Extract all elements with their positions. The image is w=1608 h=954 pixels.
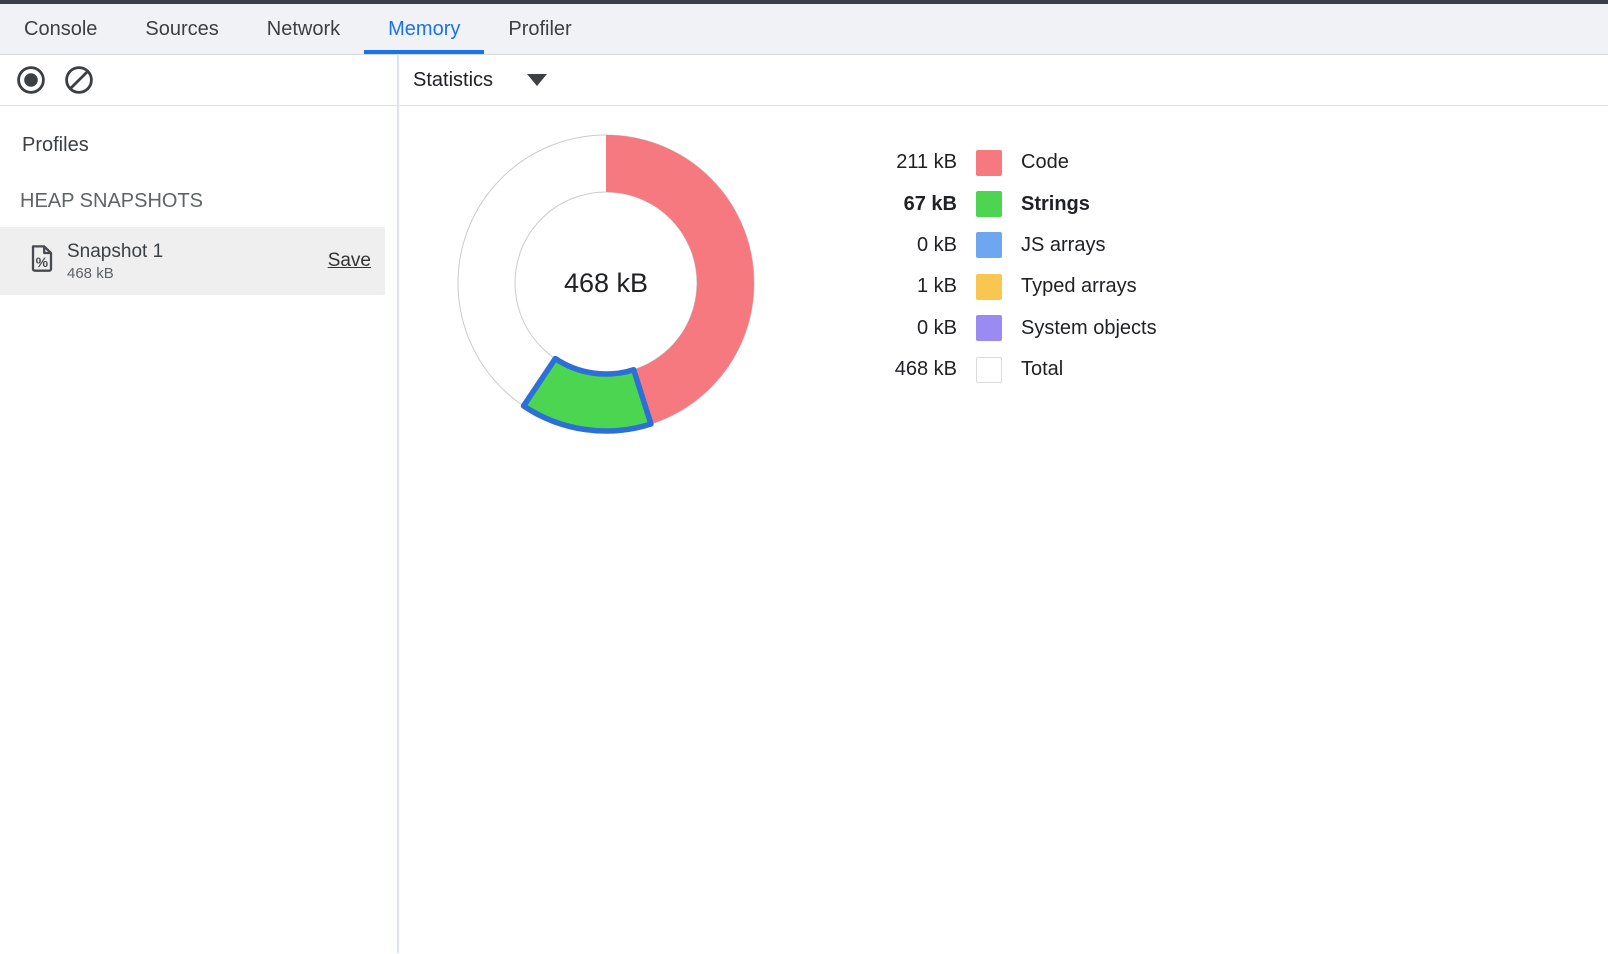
record-heap-snapshot-button[interactable] (16, 65, 46, 95)
legend-value: 67 kB (847, 193, 957, 216)
chart-legend: 211 kB Code 67 kB Strings 0 kB JS arrays… (847, 142, 1157, 390)
tab-console[interactable]: Console (0, 4, 121, 54)
main-content: Profiles HEAP SNAPSHOTS % Snapshot 1 468… (0, 55, 1608, 953)
memory-view-panel: Statistics 468 kB 211 kB Code 67 kB Stri… (399, 55, 1608, 953)
profiles-sidebar: Profiles HEAP SNAPSHOTS % Snapshot 1 468… (0, 55, 399, 953)
legend-label: Code (1021, 151, 1069, 174)
legend-value: 211 kB (847, 151, 957, 174)
record-icon (16, 65, 46, 95)
snapshot-text: Snapshot 1 468 kB (67, 241, 163, 282)
tab-memory[interactable]: Memory (364, 4, 484, 54)
legend-label: Total (1021, 358, 1063, 381)
perspective-select-label: Statistics (413, 69, 493, 92)
heap-snapshots-section-heading: HEAP SNAPSHOTS (20, 190, 397, 213)
statistics-chart-area: 468 kB 211 kB Code 67 kB Strings 0 kB (399, 106, 1608, 953)
legend-label: Strings (1021, 193, 1090, 216)
profiles-toolbar (0, 55, 397, 106)
perspective-select[interactable]: Statistics (413, 69, 547, 92)
tab-label: Network (267, 18, 340, 41)
snapshot-size: 468 kB (67, 265, 163, 282)
legend-row-strings[interactable]: 67 kB Strings (847, 183, 1157, 224)
tab-label: Sources (145, 18, 218, 41)
legend-row-system-objects[interactable]: 0 kB System objects (847, 308, 1157, 349)
snapshot-name: Snapshot 1 (67, 241, 163, 263)
profiles-heading: Profiles (22, 134, 397, 157)
tab-sources[interactable]: Sources (121, 4, 242, 54)
legend-value: 468 kB (847, 358, 957, 381)
save-snapshot-link[interactable]: Save (328, 250, 371, 272)
legend-label: JS arrays (1021, 234, 1105, 257)
legend-row-code[interactable]: 211 kB Code (847, 142, 1157, 183)
legend-row-typed-arrays[interactable]: 1 kB Typed arrays (847, 266, 1157, 307)
legend-value: 0 kB (847, 234, 957, 257)
tab-label: Memory (388, 18, 460, 41)
sidebar-item-snapshot-1[interactable]: % Snapshot 1 468 kB Save (0, 227, 385, 295)
block-icon (64, 65, 94, 95)
legend-swatch (976, 274, 1002, 300)
legend-label: System objects (1021, 317, 1157, 340)
triangle-down-icon (527, 74, 547, 86)
tab-label: Profiler (508, 18, 571, 41)
legend-value: 0 kB (847, 317, 957, 340)
donut-slice-strings[interactable] (524, 359, 651, 431)
legend-swatch (976, 357, 1002, 383)
legend-value: 1 kB (847, 275, 957, 298)
legend-swatch (976, 232, 1002, 258)
svg-text:%: % (36, 254, 49, 270)
donut-center-label: 468 kB (564, 268, 648, 298)
legend-swatch (976, 315, 1002, 341)
document-percent-icon: % (30, 244, 54, 278)
tab-label: Console (24, 18, 97, 41)
view-toolbar: Statistics (399, 55, 1608, 106)
legend-row-js-arrays[interactable]: 0 kB JS arrays (847, 225, 1157, 266)
tab-bar: Console Sources Network Memory Profiler (0, 4, 1608, 55)
donut-chart: 468 kB (451, 128, 761, 438)
legend-row-total[interactable]: 468 kB Total (847, 349, 1157, 390)
clear-profiles-button[interactable] (64, 65, 94, 95)
legend-label: Typed arrays (1021, 275, 1137, 298)
legend-swatch (976, 191, 1002, 217)
tab-network[interactable]: Network (243, 4, 364, 54)
tab-profiler[interactable]: Profiler (484, 4, 595, 54)
legend-swatch (976, 150, 1002, 176)
